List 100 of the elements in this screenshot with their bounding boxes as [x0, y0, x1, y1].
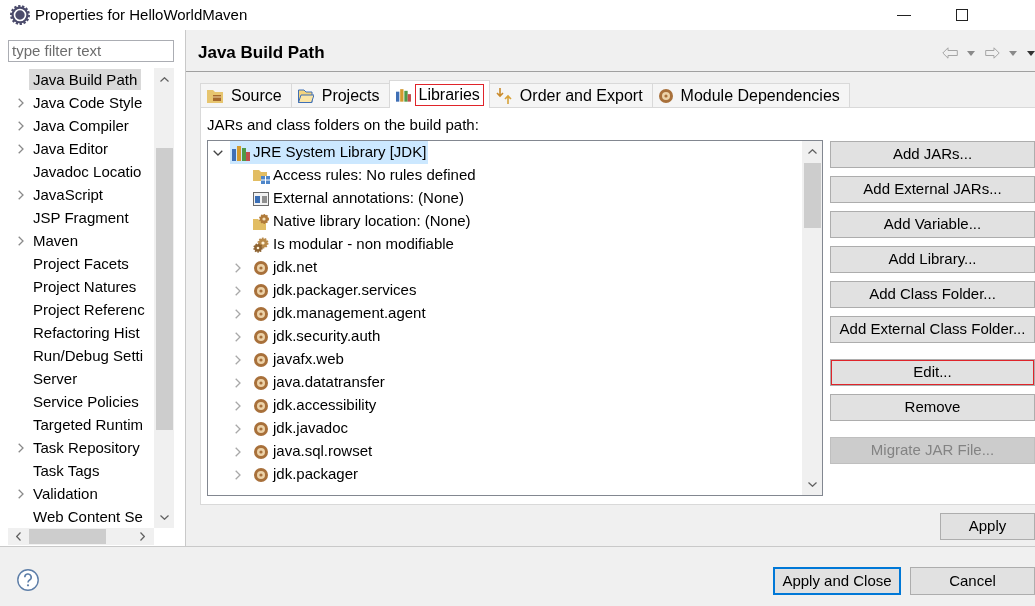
- chevron-right-icon[interactable]: [235, 354, 241, 365]
- tree-item[interactable]: jdk.management.agent: [250, 302, 428, 325]
- chevron-right-icon[interactable]: [235, 262, 241, 273]
- tree-item[interactable]: jdk.net: [250, 256, 320, 279]
- help-icon[interactable]: [17, 569, 39, 591]
- arrows-icon: [495, 87, 512, 104]
- apply-button[interactable]: Apply: [940, 513, 1035, 540]
- chevron-up-icon[interactable]: [807, 148, 817, 154]
- chevron-right-icon[interactable]: [235, 400, 241, 411]
- vertical-scrollbar[interactable]: [154, 68, 174, 528]
- nav-item[interactable]: Project Facets: [29, 253, 133, 274]
- nav-item[interactable]: Web Content Se: [29, 506, 147, 527]
- nav-item[interactable]: Refactoring Hist: [29, 322, 144, 343]
- dialog-button[interactable]: Apply and Close: [773, 567, 901, 595]
- minimize-icon[interactable]: [897, 14, 911, 16]
- chevron-down-icon[interactable]: [213, 149, 223, 156]
- chevron-right-icon[interactable]: [235, 377, 241, 388]
- arrow-right-icon[interactable]: [985, 47, 1000, 59]
- chevron-up-icon[interactable]: [159, 76, 169, 82]
- nav-item[interactable]: Validation: [29, 483, 102, 504]
- tree-item[interactable]: Is modular - non modifiable: [250, 233, 456, 256]
- tab[interactable]: Order and Export: [488, 83, 653, 107]
- chevron-right-icon[interactable]: [18, 97, 24, 108]
- tree-item[interactable]: jdk.security.auth: [250, 325, 383, 348]
- nav-item[interactable]: JavaScript: [29, 184, 108, 205]
- chevron-right-icon[interactable]: [18, 189, 24, 200]
- chevron-right-icon[interactable]: [18, 143, 24, 154]
- tree-item[interactable]: Native library location: (None): [250, 210, 473, 233]
- disc-icon: [254, 329, 268, 344]
- tab[interactable]: Source: [200, 83, 292, 107]
- action-button[interactable]: Add JARs...: [830, 141, 1035, 168]
- action-button[interactable]: Add External Class Folder...: [830, 316, 1035, 343]
- tab[interactable]: Module Dependencies: [651, 83, 850, 107]
- nav-item[interactable]: Project Referenc: [29, 299, 149, 320]
- arrow-left-icon[interactable]: [942, 47, 958, 59]
- chevron-right-icon[interactable]: [18, 442, 24, 453]
- action-button[interactable]: Add Class Folder...: [830, 281, 1035, 308]
- action-button[interactable]: Remove: [830, 394, 1035, 421]
- disc-icon: [254, 283, 268, 298]
- action-button[interactable]: Add External JARs...: [830, 176, 1035, 203]
- scroll-thumb[interactable]: [803, 163, 821, 228]
- nav-item[interactable]: Targeted Runtim: [29, 414, 148, 435]
- tree-item[interactable]: Access rules: No rules defined: [250, 164, 478, 187]
- gear-icon: [10, 5, 30, 25]
- action-button[interactable]: Edit...: [830, 359, 1035, 386]
- chevron-right-icon[interactable]: [18, 235, 24, 246]
- disc-icon: [254, 421, 268, 436]
- page-title: Java Build Path: [198, 42, 325, 64]
- chevron-right-icon[interactable]: [235, 469, 241, 480]
- chevron-right-icon[interactable]: [139, 532, 145, 541]
- tree-item[interactable]: java.datatransfer: [250, 371, 387, 394]
- window-title: Properties for HelloWorldMaven: [35, 5, 248, 25]
- disc-icon: [254, 375, 268, 390]
- nav-item[interactable]: Server: [29, 368, 82, 389]
- nav-item[interactable]: Task Tags: [29, 460, 104, 481]
- tree-item[interactable]: jdk.javadoc: [250, 417, 351, 440]
- tree-item[interactable]: jdk.packager: [250, 463, 361, 486]
- caret-down-icon[interactable]: [1027, 50, 1035, 56]
- maximize-icon[interactable]: [956, 9, 968, 21]
- scroll-thumb[interactable]: [29, 529, 106, 544]
- nav-item[interactable]: Java Build Path: [29, 69, 142, 90]
- nav-item[interactable]: JSP Fragment: [29, 207, 133, 228]
- chevron-right-icon[interactable]: [235, 446, 241, 457]
- chevron-right-icon[interactable]: [235, 331, 241, 342]
- caption: JARs and class folders on the build path:: [207, 116, 480, 134]
- chevron-right-icon[interactable]: [235, 423, 241, 434]
- nav-item[interactable]: Run/Debug Setti: [29, 345, 148, 366]
- nav-item[interactable]: Java Compiler: [29, 115, 133, 136]
- dialog-button[interactable]: Cancel: [910, 567, 1035, 595]
- chevron-right-icon[interactable]: [18, 488, 24, 499]
- tree-item[interactable]: java.sql.rowset: [250, 440, 375, 463]
- gears-icon: [253, 236, 269, 253]
- chevron-right-icon[interactable]: [18, 120, 24, 131]
- tree-item[interactable]: jdk.accessibility: [250, 394, 379, 417]
- chevron-right-icon[interactable]: [235, 285, 241, 296]
- chevron-right-icon[interactable]: [235, 308, 241, 319]
- chevron-down-icon[interactable]: [807, 481, 817, 487]
- scroll-thumb[interactable]: [155, 148, 173, 430]
- tree-item[interactable]: External annotations: (None): [250, 187, 466, 210]
- tree-item[interactable]: JRE System Library [JDK]: [230, 141, 429, 164]
- nav-item[interactable]: Service Policies: [29, 391, 143, 412]
- nav-item[interactable]: Project Natures: [29, 276, 141, 297]
- nav-item[interactable]: Javadoc Locatio: [29, 161, 146, 182]
- vertical-scrollbar[interactable]: [802, 141, 822, 495]
- disc-icon: [254, 444, 268, 459]
- filter-field[interactable]: type filter text: [8, 40, 174, 62]
- action-button[interactable]: Add Variable...: [830, 211, 1035, 238]
- nav-item[interactable]: Task Repository: [29, 437, 144, 458]
- chevron-down-icon[interactable]: [159, 514, 169, 520]
- nav-item[interactable]: Java Code Style: [29, 92, 147, 113]
- horizontal-scrollbar[interactable]: [8, 528, 154, 545]
- tree-item[interactable]: javafx.web: [250, 348, 346, 371]
- nav-item[interactable]: Java Editor: [29, 138, 113, 159]
- tab[interactable]: Libraries: [388, 80, 490, 108]
- disc-icon: [254, 352, 268, 367]
- nav-item[interactable]: Maven: [29, 230, 83, 251]
- tab[interactable]: Projects: [290, 83, 390, 107]
- chevron-left-icon[interactable]: [15, 532, 21, 541]
- tree-item[interactable]: jdk.packager.services: [250, 279, 419, 302]
- action-button[interactable]: Add Library...: [830, 246, 1035, 273]
